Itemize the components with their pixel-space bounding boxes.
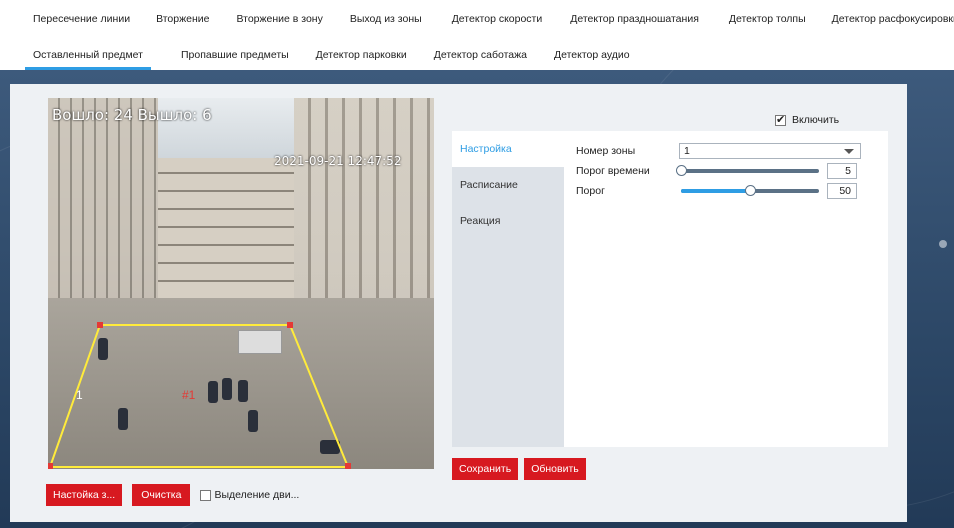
camera-preview[interactable]: Вошло: 24 Вышло: 6 2021-09-21 12:47:52 #… — [48, 98, 434, 469]
threshold-input[interactable]: 50 — [827, 183, 857, 199]
settings-panel: Вошло: 24 Вышло: 6 2021-09-21 12:47:52 #… — [10, 84, 907, 522]
zone-number-value: 1 — [684, 145, 690, 157]
time-threshold-slider[interactable] — [676, 164, 819, 178]
config-card: Настройка Расписание Реакция Номер зоны … — [452, 131, 888, 447]
tab-zone-exit[interactable]: Выход из зоны — [350, 8, 422, 30]
motion-highlight-toggle[interactable]: Выделение дви... — [200, 489, 299, 501]
chevron-down-icon — [844, 149, 854, 154]
timestamp-osd: 2021-09-21 12:47:52 — [274, 154, 402, 168]
side-tab-reaction[interactable]: Реакция — [452, 203, 564, 239]
preview-controls: Настойка з... Очистка Выделение дви... — [46, 484, 299, 506]
tab-missing-objects[interactable]: Пропавшие предметы — [181, 44, 289, 66]
threshold-slider[interactable] — [679, 184, 819, 198]
enable-checkbox[interactable] — [775, 113, 786, 126]
slider-thumb[interactable] — [676, 165, 687, 176]
tab-speed-detector[interactable]: Детектор скорости — [452, 8, 543, 30]
refresh-button[interactable]: Обновить — [524, 458, 586, 480]
motion-highlight-checkbox[interactable] — [200, 489, 212, 501]
zone-vertex-handle — [97, 322, 103, 328]
slider-track — [681, 169, 819, 173]
zone-number-row: Номер зоны 1 — [576, 143, 861, 159]
tab-zone-entry[interactable]: Вторжение в зону — [236, 8, 322, 30]
side-tab-schedule[interactable]: Расписание — [452, 167, 564, 203]
zone-setup-button[interactable]: Настойка з... — [46, 484, 123, 506]
tab-defocus-detector[interactable]: Детектор расфокусировки — [832, 8, 954, 30]
tab-audio-detector[interactable]: Детектор аудио — [554, 44, 630, 66]
tab-sabotage-detector[interactable]: Детектор саботажа — [434, 44, 527, 66]
threshold-row: Порог 50 — [576, 183, 857, 199]
enable-label: Включить — [792, 114, 840, 126]
side-tab-settings[interactable]: Настройка — [452, 131, 564, 167]
tab-parking-detector[interactable]: Детектор парковки — [316, 44, 407, 66]
zone-vertex-handle — [345, 463, 351, 469]
threshold-label: Порог — [576, 185, 605, 197]
tab-crowd-detector[interactable]: Детектор толпы — [729, 8, 806, 30]
tab-row-1: Пересечение линии Вторжение Вторжение в … — [33, 8, 954, 30]
clear-button[interactable]: Очистка — [132, 484, 191, 506]
zone-vertex-handle — [287, 322, 293, 328]
time-threshold-input[interactable]: 5 — [827, 163, 857, 179]
time-threshold-label: Порог времени — [576, 165, 650, 177]
zone-number-select[interactable]: 1 — [679, 143, 861, 159]
zone-number-osd: 1 — [76, 388, 83, 402]
save-button[interactable]: Сохранить — [452, 458, 519, 480]
zone-label: #1 — [182, 388, 196, 402]
people-counter-osd: Вошло: 24 Вышло: 6 — [52, 106, 212, 124]
slider-thumb[interactable] — [745, 185, 756, 196]
background-dot — [939, 240, 947, 248]
zone-number-label: Номер зоны — [576, 145, 636, 157]
zone-vertex-handle — [48, 463, 53, 469]
detector-tabs: Пересечение линии Вторжение Вторжение в … — [0, 0, 954, 70]
action-buttons: Сохранить Обновить — [452, 458, 586, 480]
slider-fill — [681, 189, 750, 193]
enable-toggle[interactable]: Включить — [775, 113, 840, 126]
tab-loitering-detector[interactable]: Детектор праздношатания — [570, 8, 699, 30]
tab-left-object[interactable]: Оставленный предмет — [25, 44, 151, 70]
tab-line-crossing[interactable]: Пересечение линии — [33, 8, 130, 30]
tab-intrusion[interactable]: Вторжение — [156, 8, 209, 30]
config-body: Номер зоны 1 Порог времени 5 Порог 50 — [564, 131, 888, 447]
content-stage: Вошло: 24 Вышло: 6 2021-09-21 12:47:52 #… — [0, 70, 954, 528]
tab-row-2: Оставленный предмет Пропавшие предметы Д… — [25, 44, 630, 70]
time-threshold-row: Порог времени 5 — [576, 163, 857, 179]
config-side-tabs: Настройка Расписание Реакция — [452, 131, 564, 447]
motion-highlight-label: Выделение дви... — [214, 489, 300, 501]
